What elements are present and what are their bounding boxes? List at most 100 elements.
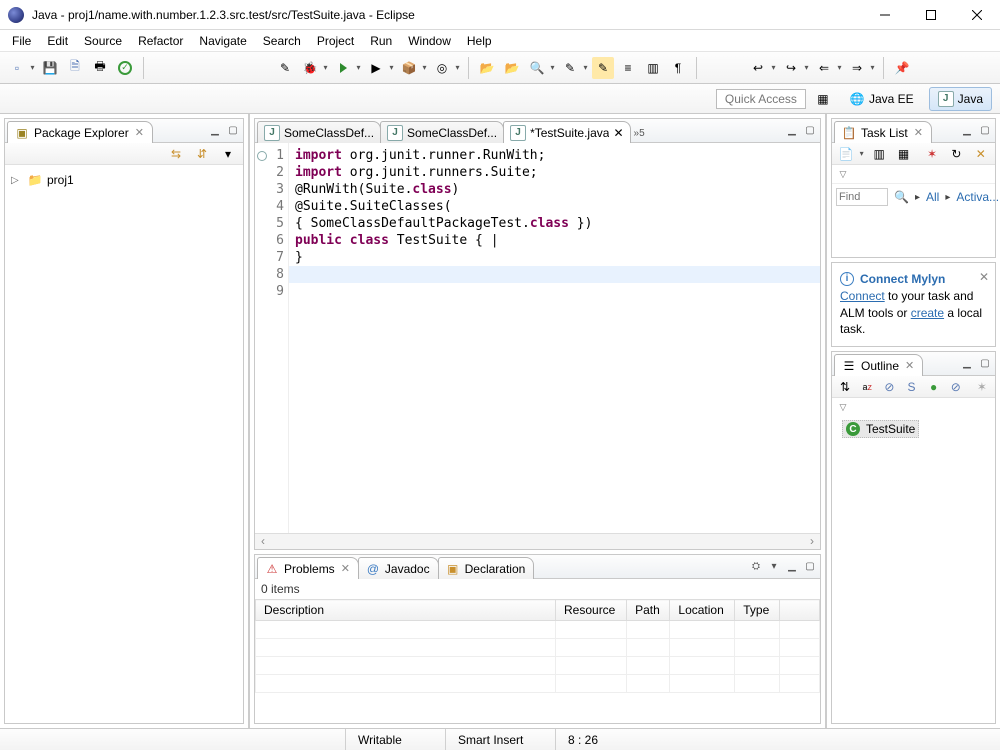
open-type-button[interactable]: 📂 <box>476 57 498 79</box>
hide-nonpublic-button[interactable]: ● <box>925 376 943 398</box>
dropdown-icon[interactable]: ▾ <box>29 63 36 72</box>
dropdown-icon[interactable]: ▾ <box>355 63 362 72</box>
close-icon[interactable]: ✕ <box>341 562 350 575</box>
open-task-button[interactable]: 📂 <box>501 57 523 79</box>
menu-refactor[interactable]: Refactor <box>130 32 191 50</box>
debug-button[interactable]: 🐞 <box>299 57 321 79</box>
run-button[interactable] <box>332 57 354 79</box>
link-editor-button[interactable]: ⇵ <box>191 143 213 165</box>
maximize-view-button[interactable]: ▢ <box>802 558 818 574</box>
dropdown-icon[interactable]: ▾ <box>770 63 777 72</box>
maximize-view-button[interactable]: ▢ <box>977 355 993 371</box>
pin-editor-button[interactable]: 📌 <box>891 57 913 79</box>
minimize-view-button[interactable]: ▁ <box>784 558 800 574</box>
nav-forward-button[interactable]: ⇒ <box>846 57 868 79</box>
nav-last-edit-button[interactable]: ↩ <box>747 57 769 79</box>
dropdown-icon[interactable]: ▾ <box>454 63 461 72</box>
build-clean-button[interactable]: ✓ <box>114 57 136 79</box>
quick-access-input[interactable]: Quick Access <box>716 89 806 109</box>
tab-package-explorer[interactable]: ▣ Package Explorer ✕ <box>7 121 153 143</box>
annotate-button[interactable]: ✎ <box>559 57 581 79</box>
tree-item-project[interactable]: ▷ 📁 proj1 <box>11 171 237 189</box>
menu-run[interactable]: Run <box>362 32 400 50</box>
collapse-icon[interactable]: ▽ <box>836 167 850 181</box>
code-editor[interactable]: 123456789 import org.junit.runner.RunWit… <box>255 143 820 533</box>
maximize-view-button[interactable]: ▢ <box>977 122 993 138</box>
close-icon[interactable]: ✕ <box>905 359 914 372</box>
menu-source[interactable]: Source <box>76 32 130 50</box>
close-icon[interactable]: ✕ <box>613 126 623 140</box>
sort-button[interactable]: ⇅ <box>836 376 854 398</box>
new-package-button[interactable]: 📦 <box>398 57 420 79</box>
dropdown-icon[interactable]: ▾ <box>421 63 428 72</box>
mylyn-connect-link[interactable]: Connect <box>840 289 885 303</box>
nav-back-button[interactable]: ⇐ <box>813 57 835 79</box>
col-path[interactable]: Path <box>627 600 670 621</box>
menu-search[interactable]: Search <box>255 32 309 50</box>
menu-help[interactable]: Help <box>459 32 500 50</box>
dropdown-icon[interactable]: ▾ <box>836 63 843 72</box>
outline-item[interactable]: C TestSuite <box>842 420 919 438</box>
collapse-icon[interactable]: ▽ <box>836 400 850 414</box>
categorize-button[interactable]: ▥ <box>869 143 889 165</box>
close-icon[interactable]: ✕ <box>135 126 144 139</box>
editor-tab[interactable]: J *TestSuite.java ✕ <box>503 121 630 143</box>
mylyn-create-link[interactable]: create <box>911 306 944 320</box>
menu-project[interactable]: Project <box>309 32 362 50</box>
dropdown-icon[interactable]: ▾ <box>322 63 329 72</box>
tab-javadoc[interactable]: @ Javadoc <box>358 557 439 579</box>
menu-edit[interactable]: Edit <box>39 32 76 50</box>
expand-icon[interactable]: ▸ <box>915 192 920 203</box>
hide-button[interactable]: ✕ <box>971 143 991 165</box>
open-perspective-button[interactable]: ▦ <box>812 88 834 110</box>
new-class-button[interactable]: ◎ <box>431 57 453 79</box>
nav-next-button[interactable]: ↪ <box>780 57 802 79</box>
close-icon[interactable]: ✕ <box>979 269 989 286</box>
maximize-view-button[interactable]: ▢ <box>802 122 818 138</box>
close-button[interactable] <box>954 0 1000 30</box>
minimize-view-button[interactable]: ▁ <box>784 122 800 138</box>
focus-button[interactable]: ✶ <box>973 376 991 398</box>
view-filter-button[interactable]: ⛭ <box>748 558 764 574</box>
task-find-input[interactable] <box>836 188 888 206</box>
tab-overflow-button[interactable]: »5 <box>630 125 649 142</box>
schedule-button[interactable]: ▦ <box>893 143 913 165</box>
minimize-view-button[interactable]: ▁ <box>959 355 975 371</box>
col-resource[interactable]: Resource <box>556 600 627 621</box>
problems-table[interactable]: Description Resource Path Location Type <box>255 599 820 693</box>
hide-static-button[interactable]: S <box>902 376 920 398</box>
toggle-breadcrumb-button[interactable]: ≡ <box>617 57 639 79</box>
task-all-link[interactable]: All <box>926 190 939 204</box>
menu-navigate[interactable]: Navigate <box>191 32 254 50</box>
save-button[interactable]: 💾 <box>39 57 61 79</box>
dropdown-icon[interactable]: ▾ <box>803 63 810 72</box>
dropdown-icon[interactable]: ▾ <box>388 63 395 72</box>
search-icon[interactable]: 🔍 <box>894 189 909 205</box>
toggle-block-button[interactable]: ▥ <box>642 57 664 79</box>
dropdown-icon[interactable]: ▾ <box>582 63 589 72</box>
view-menu-button[interactable]: ▾ <box>217 143 239 165</box>
dropdown-icon[interactable]: ▾ <box>869 63 876 72</box>
menu-window[interactable]: Window <box>400 32 459 50</box>
editor-tab[interactable]: J SomeClassDef... <box>380 121 504 143</box>
tab-declaration[interactable]: ▣ Declaration <box>438 557 535 579</box>
sort-az-button[interactable]: az <box>858 376 876 398</box>
toggle-mark-button[interactable]: ✎ <box>592 57 614 79</box>
new-task-button[interactable]: 📄 <box>836 143 856 165</box>
tab-outline[interactable]: ☰ Outline ✕ <box>834 354 923 376</box>
task-activate-link[interactable]: Activa... <box>956 190 999 204</box>
expand-icon[interactable]: ▷ <box>11 175 23 186</box>
perspective-java[interactable]: J Java <box>929 87 992 111</box>
synchronize-button[interactable]: ↻ <box>946 143 966 165</box>
dropdown-icon[interactable]: ▾ <box>858 149 865 158</box>
maximize-button[interactable] <box>908 0 954 30</box>
perspective-java-ee[interactable]: 🌐 Java EE <box>840 87 923 111</box>
maximize-view-button[interactable]: ▢ <box>225 122 241 138</box>
expand-icon[interactable]: ▸ <box>945 192 950 203</box>
minimize-button[interactable] <box>862 0 908 30</box>
save-all-button[interactable]: 🗎 <box>64 57 86 79</box>
hide-fields-button[interactable]: ⊘ <box>880 376 898 398</box>
dropdown-icon[interactable]: ▾ <box>549 63 556 72</box>
collapse-all-button[interactable]: ⇆ <box>165 143 187 165</box>
hide-local-button[interactable]: ⊘ <box>947 376 965 398</box>
